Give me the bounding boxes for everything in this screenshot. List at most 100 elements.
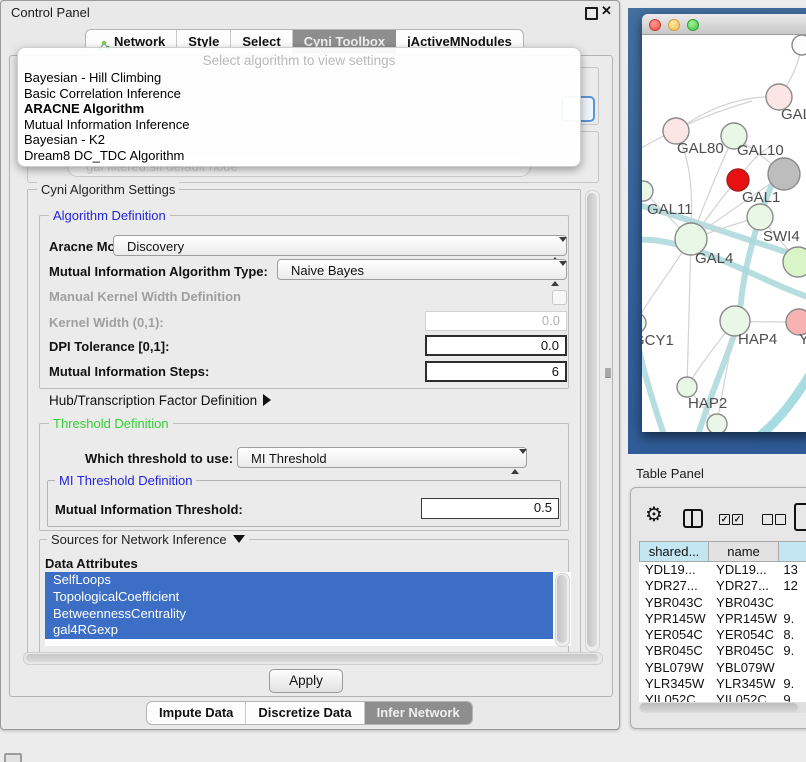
table-row[interactable]: YBR043C YBR043C	[639, 595, 806, 611]
table-panel-title: Table Panel	[636, 466, 704, 481]
deselect-all-checkbox-icon[interactable]	[762, 514, 773, 525]
tab-impute-data[interactable]: Impute Data	[147, 702, 246, 724]
cell-name: YBR043C	[708, 595, 777, 611]
kernel-width-input[interactable]: 0.0	[425, 311, 567, 331]
sources-legend[interactable]: Sources for Network Inference	[47, 532, 249, 547]
cell-value: 9.	[777, 692, 806, 702]
dropdown-item[interactable]: Mutual Information Inference	[22, 117, 576, 133]
minimize-traffic-light[interactable]	[668, 19, 680, 31]
cell-shared-name: YER054C	[639, 627, 708, 643]
cell-name: YDL19...	[708, 562, 777, 578]
mi-threshold-legend: MI Threshold Definition	[55, 473, 196, 488]
network-node-gal1[interactable]	[747, 204, 773, 230]
cell-shared-name: YPR145W	[639, 611, 708, 627]
select-all-checkbox-icon[interactable]: ✓	[732, 514, 743, 525]
node-label: GAL1	[742, 189, 780, 206]
zoom-traffic-light[interactable]	[687, 19, 699, 31]
deselect-all-checkbox-icon[interactable]	[775, 514, 786, 525]
column-header-shared-name[interactable]: shared...	[639, 541, 709, 562]
attribute-item-selected[interactable]: TopologicalCoefficient	[45, 589, 553, 606]
aracne-mode-combo[interactable]: Discovery	[113, 235, 567, 256]
mi-threshold-input[interactable]: 0.5	[421, 498, 559, 519]
network-node[interactable]	[707, 414, 727, 432]
dropdown-item-label: Dream8 DC_TDC Algorithm	[24, 148, 184, 163]
dpi-tolerance-input[interactable]: 0.0	[425, 335, 567, 356]
mi-type-combo[interactable]: Naive Bayes	[277, 259, 567, 280]
network-node[interactable]	[792, 35, 806, 55]
attribute-item-selected[interactable]: BetweennessCentrality	[45, 606, 553, 623]
attribute-item-selected[interactable]: SelfLoops	[45, 572, 553, 589]
manual-kernel-label: Manual Kernel Width Definition	[49, 289, 241, 304]
dropdown-item[interactable]: ARACNE Algorithm	[22, 101, 576, 117]
network-node-swi4[interactable]	[783, 247, 806, 277]
settings-group-legend: Cyni Algorithm Settings	[37, 182, 179, 197]
network-node-gcy1[interactable]	[642, 313, 646, 333]
tab-discretize-data[interactable]: Discretize Data	[246, 702, 364, 724]
cell-name: YER054C	[708, 627, 777, 643]
network-node-gal11[interactable]	[642, 181, 653, 201]
attributes-vscrollbar-thumb[interactable]	[557, 575, 567, 643]
node-label: GAL80	[677, 140, 724, 157]
cell-shared-name: YBL079W	[639, 660, 708, 676]
column-header-partial[interactable]	[779, 541, 806, 562]
collapsed-arrow-icon	[263, 394, 271, 406]
dropdown-item[interactable]: Basic Correlation Inference	[22, 86, 576, 102]
settings-hscrollbar-thumb[interactable]	[26, 654, 598, 662]
settings-vscrollbar[interactable]	[585, 190, 600, 652]
close-icon[interactable]: ✕	[601, 3, 612, 19]
tab-label: Infer Network	[377, 705, 460, 720]
manual-kernel-checkbox[interactable]	[552, 290, 567, 305]
table-row[interactable]: YDL19... YDL19... 13	[639, 562, 806, 578]
minimized-panel-icon[interactable]	[4, 753, 22, 762]
dropdown-item[interactable]: Bayesian - Hill Climbing	[22, 70, 576, 86]
export-table-icon[interactable]	[794, 503, 806, 531]
dpi-tolerance-label: DPI Tolerance [0,1]:	[49, 339, 169, 354]
tab-infer-network[interactable]: Infer Network	[365, 702, 472, 724]
table-header: shared... name	[639, 541, 806, 562]
float-window-icon[interactable]	[585, 7, 598, 20]
column-header-name[interactable]: name	[709, 541, 779, 562]
select-all-checkbox-icon[interactable]: ✓	[719, 514, 730, 525]
dropdown-item[interactable]: Bayesian - K2	[22, 132, 576, 148]
application-root: Control Panel ✕ Network Style	[0, 0, 806, 762]
cell-name: YIL052C	[708, 692, 777, 702]
apply-button[interactable]: Apply	[269, 669, 343, 693]
attribute-item-selected[interactable]: gal4RGexp	[45, 622, 553, 639]
cell-value: 9.	[777, 643, 806, 659]
cell-shared-name: YBR045C	[639, 643, 708, 659]
table-hscrollbar-thumb[interactable]	[640, 703, 798, 712]
cell-value	[777, 660, 806, 676]
hub-tf-section-header[interactable]: Hub/Transcription Factor Definition	[49, 393, 271, 408]
mi-threshold-label: Mutual Information Threshold:	[55, 502, 243, 517]
table-row[interactable]: YIL052C YIL052C 9.	[639, 692, 806, 702]
mi-type-value: Naive Bayes	[291, 263, 364, 278]
gear-icon[interactable]: ⚙	[645, 505, 663, 525]
close-traffic-light[interactable]	[649, 19, 661, 31]
sources-legend-label: Sources for Network Inference	[51, 532, 227, 547]
network-window-titlebar[interactable]	[642, 14, 806, 35]
columns-icon[interactable]	[683, 509, 703, 528]
settings-vscrollbar-thumb[interactable]	[587, 193, 597, 647]
cell-shared-name: YIL052C	[639, 692, 708, 702]
table-row[interactable]: YBL079W YBL079W	[639, 660, 806, 676]
which-threshold-combo[interactable]: MI Threshold	[237, 447, 527, 468]
network-node[interactable]	[727, 169, 749, 191]
table-row[interactable]: YER054C YER054C 8.	[639, 627, 806, 643]
settings-hscrollbar[interactable]	[23, 652, 603, 665]
network-node-hap2[interactable]	[677, 377, 697, 397]
table-row[interactable]: YDR27... YDR27... 12	[639, 578, 806, 594]
dropdown-item[interactable]: Dream8 DC_TDC Algorithm	[22, 148, 576, 164]
node-label: HAP4	[738, 331, 777, 348]
node-label: SWI4	[763, 228, 800, 245]
network-node[interactable]	[768, 158, 800, 190]
cell-shared-name: YBR043C	[639, 595, 708, 611]
mi-steps-input[interactable]: 6	[425, 361, 567, 382]
table-row[interactable]: YPR145W YPR145W 9.	[639, 611, 806, 627]
table-row[interactable]: YLR345W YLR345W 9.	[639, 676, 806, 692]
table-hscrollbar[interactable]	[639, 702, 806, 713]
attributes-vscrollbar[interactable]	[555, 573, 570, 647]
table-row[interactable]: YBR045C YBR045C 9.	[639, 643, 806, 659]
split-pane-handle[interactable]	[605, 368, 611, 377]
network-canvas[interactable]: GALGAL80GAL10GAL11GAL1SWI4GAL4GCY1HAP4YH…	[642, 35, 806, 432]
cell-value: 9.	[777, 676, 806, 692]
